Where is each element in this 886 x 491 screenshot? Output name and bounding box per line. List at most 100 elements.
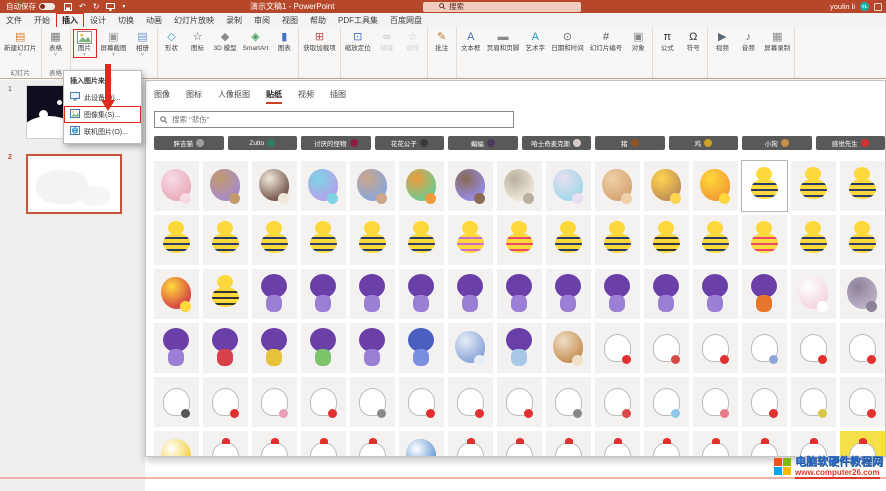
sticker-bee-idea[interactable] xyxy=(546,215,591,265)
sticker-potato-friends[interactable] xyxy=(840,269,885,319)
slide-2-thumbnail[interactable] xyxy=(26,154,122,214)
table-button[interactable]: ▦表格˅ xyxy=(44,29,68,58)
redo-icon[interactable]: ↻ xyxy=(93,2,100,11)
menu-tab-7[interactable]: 录制 xyxy=(220,13,248,28)
sticker-rooster-standing[interactable] xyxy=(693,431,738,457)
comment-button[interactable]: ✎批注 xyxy=(430,29,454,53)
sticker-purple-sparkling[interactable] xyxy=(252,323,297,373)
sticker-parrot[interactable] xyxy=(399,161,444,211)
sticker-roosters-chatting[interactable] xyxy=(791,431,836,457)
slide-number-button[interactable]: #幻灯片编号 xyxy=(588,29,625,53)
sticker-cat-tv[interactable] xyxy=(350,377,395,427)
sticker-bee-pin[interactable] xyxy=(497,215,542,265)
menu-tab-1[interactable]: 开始 xyxy=(28,13,56,28)
sticker-telescope[interactable] xyxy=(595,161,640,211)
sticker-purple-pair-talking[interactable] xyxy=(497,269,542,319)
text-box-button[interactable]: A文本框 xyxy=(459,29,483,53)
picture-button[interactable]: 图片˅ xyxy=(73,29,97,58)
menu-tab-3[interactable]: 设计 xyxy=(84,13,112,28)
sticker-skull-crossbones[interactable] xyxy=(497,161,542,211)
menu-tab-10[interactable]: 帮助 xyxy=(304,13,332,28)
sticker-bees-highfive[interactable] xyxy=(840,161,885,211)
sticker-cat-red-scarf[interactable] xyxy=(644,323,689,373)
symbol-button[interactable]: Ω符号 xyxy=(681,29,705,53)
undo-icon[interactable]: ↶ xyxy=(79,2,86,11)
sticker-rooster-jam[interactable] xyxy=(252,431,297,457)
header-footer-button[interactable]: ▬页眉和页脚 xyxy=(485,29,522,53)
photo-album-button[interactable]: ▤相册˅ xyxy=(131,29,155,58)
sticker-bee-laughing[interactable] xyxy=(350,215,395,265)
autosave-toggle-pill[interactable] xyxy=(39,3,55,10)
sticker-tent[interactable] xyxy=(399,431,444,457)
sticker-cat-love[interactable] xyxy=(693,377,738,427)
sticker-purple-reading[interactable] xyxy=(203,323,248,373)
category-chip-6[interactable]: 猪 xyxy=(595,136,665,150)
sticker-treasure-chest[interactable] xyxy=(644,161,689,211)
menu-tab-5[interactable]: 动画 xyxy=(140,13,168,28)
sticker-bee-trophy[interactable] xyxy=(742,161,787,211)
sticker-bees-laughing[interactable] xyxy=(791,161,836,211)
sticker-search-box[interactable] xyxy=(154,111,514,128)
sticker-purple-confetti[interactable] xyxy=(252,269,297,319)
category-chip-7[interactable]: 鸡 xyxy=(669,136,739,150)
sticker-pirate-traveler[interactable] xyxy=(203,161,248,211)
sticker-teacup[interactable] xyxy=(791,269,836,319)
sticker-bee-celebrating[interactable] xyxy=(595,215,640,265)
equation-button[interactable]: π公式 xyxy=(655,29,679,53)
sticker-cats-together[interactable] xyxy=(448,377,493,427)
sticker-purple-highfive[interactable] xyxy=(644,269,689,319)
sticker-purple-pair-hugging[interactable] xyxy=(693,269,738,319)
sticker-purple-styling[interactable] xyxy=(154,323,199,373)
category-chip-2[interactable]: 讨厌的怪物 xyxy=(301,136,371,150)
sticker-bee-waving[interactable] xyxy=(154,215,199,265)
sticker-cat-sad[interactable] xyxy=(399,377,444,427)
sticker-bee-stop-sign[interactable] xyxy=(154,269,199,319)
sticker-chick-sun[interactable] xyxy=(154,431,199,457)
sticker-rooster-santa-hat[interactable] xyxy=(301,431,346,457)
sticker-cat-posing[interactable] xyxy=(840,323,885,373)
menu-item-online-pictures[interactable]: 联机图片(O)... xyxy=(64,123,141,140)
sticker-bees-performing[interactable] xyxy=(693,215,738,265)
menu-tab-9[interactable]: 视图 xyxy=(276,13,304,28)
category-chip-4[interactable]: 蝙蝠 xyxy=(448,136,518,150)
menu-tab-0[interactable]: 文件 xyxy=(0,13,28,28)
icons-button[interactable]: ☆图标 xyxy=(186,29,210,53)
save-icon[interactable] xyxy=(64,3,72,11)
sticker-cat-gift[interactable] xyxy=(791,377,836,427)
shapes-button[interactable]: ◇形状 xyxy=(160,29,184,53)
sticker-cat-surprised[interactable] xyxy=(497,377,542,427)
category-chip-9[interactable]: 感觉先生 xyxy=(816,136,886,150)
sticker-bees-dancing[interactable] xyxy=(791,215,836,265)
sticker-cat-standing[interactable] xyxy=(301,377,346,427)
menu-tab-12[interactable]: 百度网盘 xyxy=(384,13,428,28)
sticker-bees-clapping[interactable] xyxy=(301,215,346,265)
panel-tab-0[interactable]: 图像 xyxy=(154,89,170,102)
sticker-purple-cheering[interactable] xyxy=(448,269,493,319)
category-chip-5[interactable]: 哈士奇麦克斯 xyxy=(522,136,592,150)
sticker-rooster-walking[interactable] xyxy=(595,431,640,457)
panel-tab-3[interactable]: 贴纸 xyxy=(266,89,282,104)
panel-tab-2[interactable]: 人像抠图 xyxy=(218,89,250,102)
user-name[interactable]: youlin li xyxy=(830,2,855,11)
sticker-vase[interactable] xyxy=(448,323,493,373)
sticker-bee-thumbs-up[interactable] xyxy=(399,215,444,265)
sticker-cat-sitting[interactable] xyxy=(595,323,640,373)
sticker-cat-crying[interactable] xyxy=(644,377,689,427)
menu-tab-8[interactable]: 审阅 xyxy=(248,13,276,28)
3d-models-button[interactable]: ◆3D 模型 xyxy=(212,29,239,53)
sticker-blue-hair[interactable] xyxy=(399,323,444,373)
sticker-purple-group[interactable] xyxy=(399,269,444,319)
avatar[interactable]: YL xyxy=(860,2,869,11)
sticker-rooster-sketching[interactable] xyxy=(497,431,542,457)
sticker-purple-pair[interactable] xyxy=(301,269,346,319)
autosave-toggle[interactable]: 自动保存 xyxy=(6,1,55,12)
sticker-roosters-crowd[interactable] xyxy=(448,431,493,457)
sticker-bee-on-fire[interactable] xyxy=(693,161,738,211)
new-slide-button[interactable]: ▤新建幻灯片˅ xyxy=(2,29,39,58)
sticker-bee-standing[interactable] xyxy=(203,215,248,265)
sticker-purple-waving[interactable] xyxy=(350,269,395,319)
get-addins-button[interactable]: ⊞获取加载项 xyxy=(301,29,338,53)
sticker-dog-treat[interactable] xyxy=(546,323,591,373)
smartart-button[interactable]: ◈SmartArt xyxy=(241,29,271,53)
sticker-rooster-basket[interactable] xyxy=(350,431,395,457)
